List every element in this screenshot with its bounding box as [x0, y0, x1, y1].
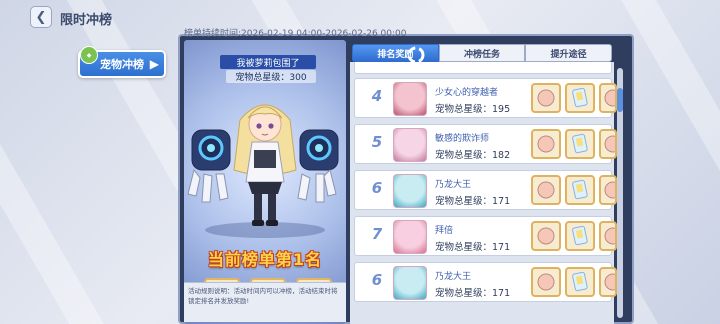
reward-item[interactable] — [599, 83, 617, 113]
ranking-row[interactable]: 5 敏感的欺诈师宠物总星级：182 — [354, 124, 617, 164]
reward-item[interactable] — [531, 175, 561, 205]
player-avatar[interactable] — [393, 220, 427, 254]
ranking-row[interactable]: 4 少女心的穿越者宠物总星级：195 — [354, 78, 617, 118]
reward-item[interactable] — [565, 267, 595, 297]
crystal-card-icon — [572, 133, 588, 154]
row-reward-items — [531, 221, 617, 251]
rank-number: 7 — [371, 225, 383, 243]
chevron-left-icon: ❮ — [35, 9, 47, 25]
player-stars: 宠物总星级：171 — [435, 242, 511, 253]
row-reward-items — [531, 83, 617, 113]
player-name: 敏感的欺诈师 — [435, 134, 490, 144]
pet-token-icon — [537, 89, 555, 107]
rank-number: 6 — [371, 179, 383, 197]
play-arrow-icon: ▶ — [149, 57, 159, 71]
reward-item[interactable] — [531, 221, 561, 251]
ranking-row[interactable]: 6 乃龙大王宠物总星级：171 — [354, 170, 617, 210]
player-avatar[interactable] — [393, 266, 427, 300]
pet-token-icon — [537, 227, 555, 245]
player-name: 少女心的穿越者 — [435, 88, 499, 98]
reward-item[interactable] — [565, 83, 595, 113]
current-rank-banner: 当前榜单第1名 — [207, 250, 323, 269]
pet-token-icon — [604, 181, 615, 199]
pet-token-icon — [537, 181, 555, 199]
reward-item[interactable] — [531, 267, 561, 297]
scrollbar-thumb[interactable] — [617, 88, 623, 112]
reward-item[interactable] — [565, 129, 595, 159]
player-avatar[interactable] — [393, 174, 427, 208]
ranking-row[interactable]: 7 拜倍宠物总星级：171 — [354, 216, 617, 256]
side-tab-label: 宠物冲榜 — [100, 58, 144, 71]
pet-token-icon — [537, 273, 555, 291]
crystal-card-icon — [572, 87, 588, 108]
player-name: 乃龙大王 — [435, 180, 472, 190]
badge-icon: ◆ — [80, 46, 98, 64]
player-stars: 宠物总星级：171 — [435, 288, 511, 299]
list-item-partial — [354, 62, 612, 74]
row-reward-items — [531, 267, 617, 297]
tab-bar: 排名奖励 冲榜任务 提升途径 — [352, 44, 613, 62]
character-art — [184, 90, 346, 240]
tab-improve-ways[interactable]: 提升途径 — [525, 44, 613, 62]
character-illustration — [187, 104, 339, 238]
rank-number: 6 — [371, 271, 383, 289]
top-player-name: 我被萝莉包围了 — [220, 55, 316, 69]
reward-item[interactable] — [599, 129, 617, 159]
top-player-stars: 宠物总星级：300 — [226, 70, 316, 83]
row-reward-items — [531, 129, 617, 159]
row-reward-items — [531, 175, 617, 205]
pet-token-icon — [604, 227, 615, 245]
crystal-card-icon — [572, 225, 588, 246]
reward-item[interactable] — [599, 267, 617, 297]
reward-item[interactable] — [565, 221, 595, 251]
reward-item[interactable] — [599, 221, 617, 251]
player-stars: 宠物总星级：182 — [435, 150, 511, 161]
reward-item[interactable] — [531, 83, 561, 113]
pet-token-icon — [537, 135, 555, 153]
ranking-period: 榜单持续时间:2026-02-19 04:00-2026-02-26 00:00 — [184, 29, 407, 39]
back-button[interactable]: ❮ — [30, 6, 52, 28]
player-name: 拜倍 — [435, 226, 454, 236]
reward-item[interactable] — [565, 175, 595, 205]
pet-token-icon — [604, 135, 615, 153]
player-stars: 宠物总星级：195 — [435, 104, 511, 115]
rules-text: 活动规则说明：活动时间内可以冲榜，活动结束时将锁定排名并发放奖励! — [184, 282, 346, 322]
player-avatar[interactable] — [393, 128, 427, 162]
reward-item[interactable] — [531, 129, 561, 159]
ranking-row[interactable]: 6 乃龙大王宠物总星级：171 — [354, 262, 617, 302]
rank-number: 4 — [371, 87, 383, 105]
rank-number: 5 — [371, 133, 383, 151]
page-title: 限时冲榜 — [60, 13, 113, 28]
pet-token-icon — [604, 89, 615, 107]
tab-ranking-tasks[interactable]: 冲榜任务 — [438, 44, 526, 62]
crystal-card-icon — [572, 271, 588, 292]
player-stars: 宠物总星级：171 — [435, 196, 511, 207]
player-avatar[interactable] — [393, 82, 427, 116]
crystal-card-icon — [572, 179, 588, 200]
reward-item[interactable] — [599, 175, 617, 205]
player-name: 乃龙大王 — [435, 272, 472, 282]
pet-token-icon — [604, 273, 615, 291]
